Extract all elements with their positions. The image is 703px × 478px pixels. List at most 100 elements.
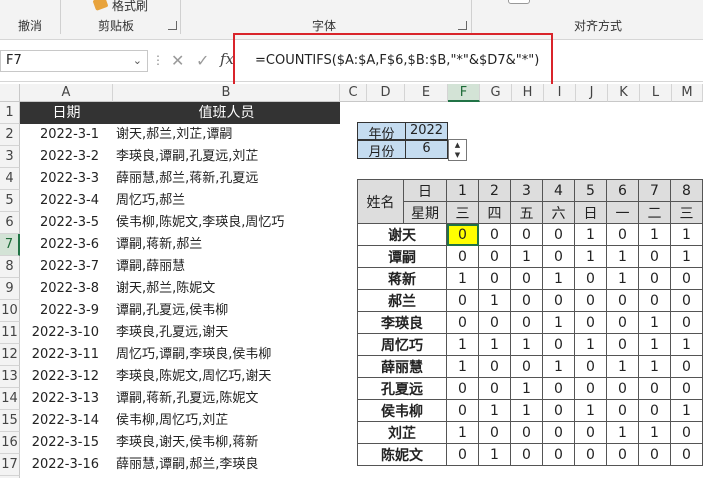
spin-up-icon[interactable]: ▲ bbox=[449, 140, 466, 150]
column-header-g[interactable]: G bbox=[480, 84, 512, 102]
count-cell[interactable]: 0 bbox=[542, 377, 575, 400]
duty-staff-cell[interactable]: 侯韦柳,陈妮文,李瑛良,周忆巧 bbox=[116, 212, 340, 234]
count-cell[interactable]: 0 bbox=[542, 421, 575, 444]
count-cell[interactable]: 0 bbox=[574, 267, 607, 290]
duty-date-cell[interactable]: 2022-3-15 bbox=[20, 432, 113, 454]
duty-staff-cell[interactable]: 李瑛良,谢天,侯韦柳,蒋新 bbox=[116, 432, 340, 454]
day-header-cell[interactable]: 2 bbox=[478, 179, 511, 202]
count-cell[interactable]: 1 bbox=[542, 267, 575, 290]
duty-staff-cell[interactable]: 薛丽慧,郝兰,蒋新,孔夏远 bbox=[116, 168, 340, 190]
count-cell[interactable]: 1 bbox=[638, 333, 671, 356]
day-header-cell[interactable]: 8 bbox=[670, 179, 703, 202]
count-cell[interactable]: 1 bbox=[670, 399, 703, 422]
count-cell[interactable]: 0 bbox=[670, 443, 703, 466]
staff-name-cell[interactable]: 薛丽慧 bbox=[357, 355, 447, 378]
count-cell[interactable]: 1 bbox=[446, 421, 479, 444]
insert-function-icon[interactable]: fx bbox=[220, 50, 234, 68]
row-header[interactable]: 11 bbox=[0, 322, 20, 344]
duty-date-cell[interactable]: 2022-3-14 bbox=[20, 410, 113, 432]
count-cell[interactable]: 0 bbox=[638, 245, 671, 268]
select-all-corner[interactable] bbox=[0, 84, 20, 102]
count-cell[interactable]: 1 bbox=[446, 355, 479, 378]
duty-staff-cell[interactable]: 谭嗣,孔夏远,侯韦柳 bbox=[116, 300, 340, 322]
count-cell[interactable]: 1 bbox=[542, 311, 575, 334]
weekday-header-cell[interactable]: 一 bbox=[606, 201, 639, 224]
staff-name-cell[interactable]: 孔夏远 bbox=[357, 377, 447, 400]
count-cell[interactable]: 0 bbox=[510, 289, 543, 312]
count-cell[interactable]: 1 bbox=[606, 421, 639, 444]
duty-date-cell[interactable]: 2022-3-8 bbox=[20, 278, 113, 300]
chevron-down-icon[interactable]: ⌄ bbox=[133, 54, 142, 67]
count-cell[interactable]: 0 bbox=[542, 443, 575, 466]
cancel-icon[interactable]: ✕ bbox=[171, 51, 184, 70]
duty-date-cell[interactable]: 2022-3-10 bbox=[20, 322, 113, 344]
count-cell[interactable]: 0 bbox=[670, 267, 703, 290]
column-header-e[interactable]: E bbox=[405, 84, 448, 102]
duty-date-cell[interactable]: 2022-3-2 bbox=[20, 146, 113, 168]
count-cell[interactable]: 1 bbox=[574, 333, 607, 356]
row-header[interactable]: 5 bbox=[0, 190, 20, 212]
duty-date-cell[interactable]: 2022-3-16 bbox=[20, 454, 113, 476]
column-header-a[interactable]: A bbox=[20, 84, 113, 102]
font-launcher-icon[interactable] bbox=[458, 21, 467, 30]
count-cell[interactable]: 0 bbox=[542, 245, 575, 268]
count-cell[interactable]: 1 bbox=[510, 399, 543, 422]
row-header[interactable]: 12 bbox=[0, 344, 20, 366]
row-header[interactable]: 9 bbox=[0, 278, 20, 300]
count-cell[interactable]: 0 bbox=[478, 311, 511, 334]
row-header[interactable]: 16 bbox=[0, 432, 20, 454]
format-painter-button[interactable]: 格式刷 bbox=[112, 0, 148, 14]
duty-staff-cell[interactable]: 谭嗣,蒋新,郝兰 bbox=[116, 234, 340, 256]
count-cell[interactable]: 0 bbox=[446, 399, 479, 422]
count-cell[interactable]: 1 bbox=[606, 245, 639, 268]
count-cell[interactable]: 1 bbox=[606, 355, 639, 378]
count-cell[interactable]: 0 bbox=[510, 421, 543, 444]
duty-staff-cell[interactable]: 谢天,郝兰,陈妮文 bbox=[116, 278, 340, 300]
month-value[interactable]: 6 bbox=[405, 140, 448, 159]
count-cell[interactable]: 0 bbox=[670, 355, 703, 378]
count-cell[interactable]: 1 bbox=[542, 355, 575, 378]
count-cell[interactable]: 0 bbox=[670, 377, 703, 400]
active-cell[interactable]: 0 bbox=[446, 223, 479, 246]
count-cell[interactable]: 0 bbox=[510, 355, 543, 378]
count-cell[interactable]: 1 bbox=[638, 223, 671, 246]
count-cell[interactable]: 0 bbox=[446, 311, 479, 334]
column-header-m[interactable]: M bbox=[672, 84, 703, 102]
count-cell[interactable]: 0 bbox=[542, 399, 575, 422]
count-cell[interactable]: 0 bbox=[670, 289, 703, 312]
count-cell[interactable]: 0 bbox=[446, 377, 479, 400]
clipboard-launcher-icon[interactable] bbox=[168, 21, 177, 30]
staff-name-cell[interactable]: 谭嗣 bbox=[357, 245, 447, 268]
staff-name-cell[interactable]: 侯韦柳 bbox=[357, 399, 447, 422]
duty-date-cell[interactable]: 2022-3-7 bbox=[20, 256, 113, 278]
count-cell[interactable]: 0 bbox=[606, 311, 639, 334]
count-cell[interactable]: 0 bbox=[478, 245, 511, 268]
column-header-d[interactable]: D bbox=[367, 84, 405, 102]
count-cell[interactable]: 0 bbox=[542, 333, 575, 356]
day-header-cell[interactable]: 3 bbox=[510, 179, 543, 202]
row-header[interactable]: 8 bbox=[0, 256, 20, 278]
count-cell[interactable]: 1 bbox=[638, 421, 671, 444]
day-header-cell[interactable]: 6 bbox=[606, 179, 639, 202]
duty-date-cell[interactable]: 2022-3-13 bbox=[20, 388, 113, 410]
duty-staff-cell[interactable]: 周忆巧,郝兰 bbox=[116, 190, 340, 212]
duty-date-cell[interactable]: 2022-3-1 bbox=[20, 124, 113, 146]
staff-name-cell[interactable]: 郝兰 bbox=[357, 289, 447, 312]
weekday-header-cell[interactable]: 三 bbox=[670, 201, 703, 224]
count-cell[interactable]: 1 bbox=[670, 333, 703, 356]
column-header-j[interactable]: J bbox=[576, 84, 608, 102]
weekday-header-cell[interactable]: 六 bbox=[542, 201, 575, 224]
count-cell[interactable]: 1 bbox=[638, 355, 671, 378]
count-cell[interactable]: 0 bbox=[606, 223, 639, 246]
count-cell[interactable]: 1 bbox=[510, 245, 543, 268]
count-cell[interactable]: 1 bbox=[574, 399, 607, 422]
count-cell[interactable]: 0 bbox=[638, 267, 671, 290]
count-cell[interactable]: 0 bbox=[638, 399, 671, 422]
count-cell[interactable]: 0 bbox=[606, 289, 639, 312]
format-painter-icon[interactable] bbox=[92, 0, 109, 11]
row-header[interactable]: 2 bbox=[0, 124, 20, 146]
staff-name-cell[interactable]: 蒋新 bbox=[357, 267, 447, 290]
duty-staff-cell[interactable]: 侯韦柳,周忆巧,刘芷 bbox=[116, 410, 340, 432]
row-header[interactable]: 3 bbox=[0, 146, 20, 168]
count-cell[interactable]: 0 bbox=[446, 289, 479, 312]
